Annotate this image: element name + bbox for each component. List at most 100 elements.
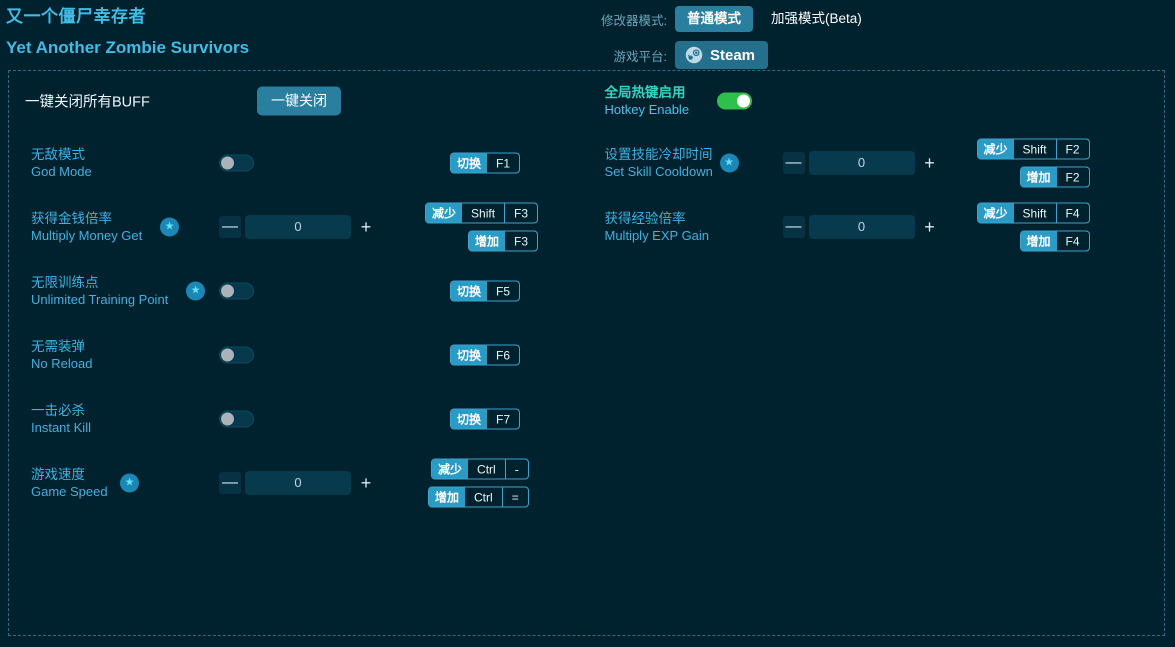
cheat-label-cn: 无需装弹 bbox=[31, 339, 85, 354]
stepper-multiply-money-get: — 0 + bbox=[219, 215, 377, 239]
stepper-increase-button[interactable]: + bbox=[919, 152, 941, 174]
cheat-label-en: Instant Kill bbox=[31, 420, 91, 435]
toggle-knob bbox=[736, 94, 750, 108]
cheat-label-en: Multiply Money Get bbox=[31, 228, 143, 243]
hotkey-key: F5 bbox=[496, 284, 511, 298]
cheat-label-cn: 游戏速度 bbox=[31, 467, 85, 482]
hotkeys-no-reload: 切换 F6 bbox=[450, 344, 521, 366]
hotkeys-god-mode: 切换 F1 bbox=[450, 152, 521, 174]
toggle-god-mode[interactable] bbox=[219, 154, 254, 172]
hotkey-enable-label: 全局热键启用 Hotkey Enable bbox=[605, 84, 690, 118]
hotkey-chip[interactable]: 增加 F3 bbox=[468, 230, 539, 252]
hotkey-action-label: 增加 bbox=[1020, 167, 1057, 187]
cheat-label-no-reload: 无需装弹 No Reload bbox=[31, 338, 92, 372]
star-badge-icon: ★ bbox=[160, 217, 179, 237]
toggle-no-reload[interactable] bbox=[219, 346, 254, 364]
star-badge-icon: ★ bbox=[120, 473, 139, 493]
stepper-decrease-button[interactable]: — bbox=[219, 472, 241, 494]
platform-steam-label: Steam bbox=[710, 46, 756, 64]
cheat-label-en: Game Speed bbox=[31, 484, 108, 499]
stepper-value[interactable]: 0 bbox=[808, 151, 915, 175]
trainer-mode-row: 修改器模式: 普通模式 加强模式(Beta) bbox=[575, 2, 1175, 36]
hotkey-action-label: 增加 bbox=[1020, 231, 1057, 251]
cheat-row-instant-kill: 一击必杀 Instant Kill 切换 F7 bbox=[9, 387, 587, 451]
cheat-label-cn: 无限训练点 bbox=[31, 275, 99, 290]
game-title-en: Yet Another Zombie Survivors bbox=[6, 38, 250, 57]
star-badge-icon: ★ bbox=[186, 281, 205, 301]
cheat-label-en: Unlimited Training Point bbox=[31, 292, 169, 307]
stepper-value[interactable]: 0 bbox=[245, 471, 351, 495]
toggle-knob bbox=[221, 348, 234, 362]
hotkey-key: F1 bbox=[496, 156, 511, 170]
cheat-label-cn: 获得经验倍率 bbox=[604, 211, 686, 226]
cheat-label-set-skill-cooldown: 设置技能冷却时间 Set Skill Cooldown bbox=[605, 146, 713, 180]
steam-icon bbox=[685, 46, 703, 64]
platform-steam-button[interactable]: Steam bbox=[675, 41, 769, 69]
toggle-knob bbox=[221, 284, 234, 298]
hotkey-chip[interactable]: 增加 Ctrl = bbox=[428, 486, 529, 508]
stepper-game-speed: — 0 + bbox=[219, 471, 377, 495]
hotkey-chip[interactable]: 增加 F2 bbox=[1019, 166, 1090, 188]
hotkey-chip[interactable]: 减少 Ctrl - bbox=[431, 458, 529, 480]
hotkeys-set-skill-cooldown: 减少 Shift F2 增加 F2 bbox=[976, 138, 1090, 188]
hotkey-key: F2 bbox=[1055, 139, 1089, 159]
stepper-increase-button[interactable]: + bbox=[919, 216, 941, 238]
platform-row: 游戏平台: Steam bbox=[575, 38, 1175, 72]
stepper-value[interactable]: 0 bbox=[808, 215, 915, 239]
cheat-label-en: Hotkey Enable bbox=[604, 102, 690, 117]
mode-normal-button[interactable]: 普通模式 bbox=[675, 6, 753, 32]
app-header: 又一个僵尸幸存者 Yet Another Zombie Survivors 修改… bbox=[0, 0, 1175, 76]
hotkey-chip[interactable]: 切换 F5 bbox=[450, 280, 521, 302]
stepper-value[interactable]: 0 bbox=[245, 215, 351, 239]
hotkey-key: Ctrl bbox=[474, 490, 493, 504]
stepper-increase-button[interactable]: + bbox=[355, 216, 377, 238]
mode-enhanced-button[interactable]: 加强模式(Beta) bbox=[759, 6, 874, 32]
cheat-row-multiply-exp-gain: 获得经验倍率 Multiply EXP Gain — 0 + 减少 Shift … bbox=[587, 195, 1165, 259]
hotkey-action-label: 切换 bbox=[451, 345, 488, 365]
disable-all-buffs-button[interactable]: 一键关闭 bbox=[257, 86, 341, 116]
hotkey-chip[interactable]: 减少 Shift F2 bbox=[976, 138, 1090, 160]
toggle-hotkey-enable[interactable] bbox=[716, 92, 752, 110]
disable-all-buffs-label: 一键关闭所有BUFF bbox=[25, 94, 150, 111]
hotkey-key: F4 bbox=[1065, 234, 1080, 248]
cheat-label-cn: 一击必杀 bbox=[31, 403, 85, 418]
toggle-instant-kill[interactable] bbox=[219, 410, 254, 428]
cheat-label-cn: 全局热键启用 bbox=[604, 85, 686, 100]
cheat-label-en: Set Skill Cooldown bbox=[604, 164, 713, 179]
hotkey-chip[interactable]: 增加 F4 bbox=[1019, 230, 1090, 252]
toggle-unlimited-training-point[interactable] bbox=[219, 282, 254, 300]
hotkey-chip[interactable]: 切换 F6 bbox=[450, 344, 521, 366]
cheat-label-multiply-money-get: 获得金钱倍率 Multiply Money Get bbox=[31, 210, 142, 244]
cheat-label-en: Multiply EXP Gain bbox=[604, 228, 710, 243]
hotkey-chip[interactable]: 减少 Shift F4 bbox=[976, 202, 1090, 224]
stepper-decrease-button[interactable]: — bbox=[782, 152, 805, 174]
cheat-label-instant-kill: 一击必杀 Instant Kill bbox=[31, 402, 91, 436]
hotkey-chip[interactable]: 切换 F7 bbox=[450, 408, 521, 430]
platform-label: 游戏平台: bbox=[613, 49, 667, 64]
hotkeys-multiply-money-get: 减少 Shift F3 增加 F3 bbox=[425, 202, 539, 252]
hotkeys-unlimited-training-point: 切换 F5 bbox=[450, 280, 521, 302]
cheat-row-god-mode: 无敌模式 God Mode 切换 F1 bbox=[9, 131, 587, 195]
hotkey-action-label: 切换 bbox=[451, 409, 488, 429]
hotkey-key: F6 bbox=[496, 348, 511, 362]
hotkeys-game-speed: 减少 Ctrl - 增加 Ctrl = bbox=[428, 458, 529, 508]
cheat-row-no-reload: 无需装弹 No Reload 切换 F6 bbox=[9, 323, 587, 387]
hotkey-chip[interactable]: 减少 Shift F3 bbox=[425, 202, 539, 224]
game-title-cn: 又一个僵尸幸存者 bbox=[6, 7, 146, 26]
cheat-label-cn: 获得金钱倍率 bbox=[31, 211, 112, 226]
hotkey-key: F3 bbox=[514, 234, 529, 248]
left-column: 一键关闭所有BUFF 一键关闭 无敌模式 God Mode 切换 F1 获得金钱… bbox=[9, 71, 587, 635]
cheat-label-cn: 设置技能冷却时间 bbox=[604, 147, 713, 162]
hotkey-action-label: 减少 bbox=[977, 203, 1014, 223]
disable-all-buffs-row: 一键关闭所有BUFF 一键关闭 bbox=[9, 71, 587, 131]
stepper-multiply-exp-gain: — 0 + bbox=[782, 215, 941, 239]
cheat-label-en: God Mode bbox=[31, 164, 92, 179]
stepper-decrease-button[interactable]: — bbox=[782, 216, 805, 238]
stepper-decrease-button[interactable]: — bbox=[219, 216, 241, 238]
stepper-increase-button[interactable]: + bbox=[355, 472, 377, 494]
cheat-label-multiply-exp-gain: 获得经验倍率 Multiply EXP Gain bbox=[605, 210, 710, 244]
right-column: 全局热键启用 Hotkey Enable 设置技能冷却时间 Set Skill … bbox=[587, 71, 1165, 635]
cheat-row-game-speed: 游戏速度 Game Speed ★ — 0 + 减少 Ctrl - 增加 Ctr… bbox=[9, 451, 587, 515]
hotkey-chip[interactable]: 切换 F1 bbox=[450, 152, 521, 174]
hotkey-key: F3 bbox=[504, 203, 537, 223]
